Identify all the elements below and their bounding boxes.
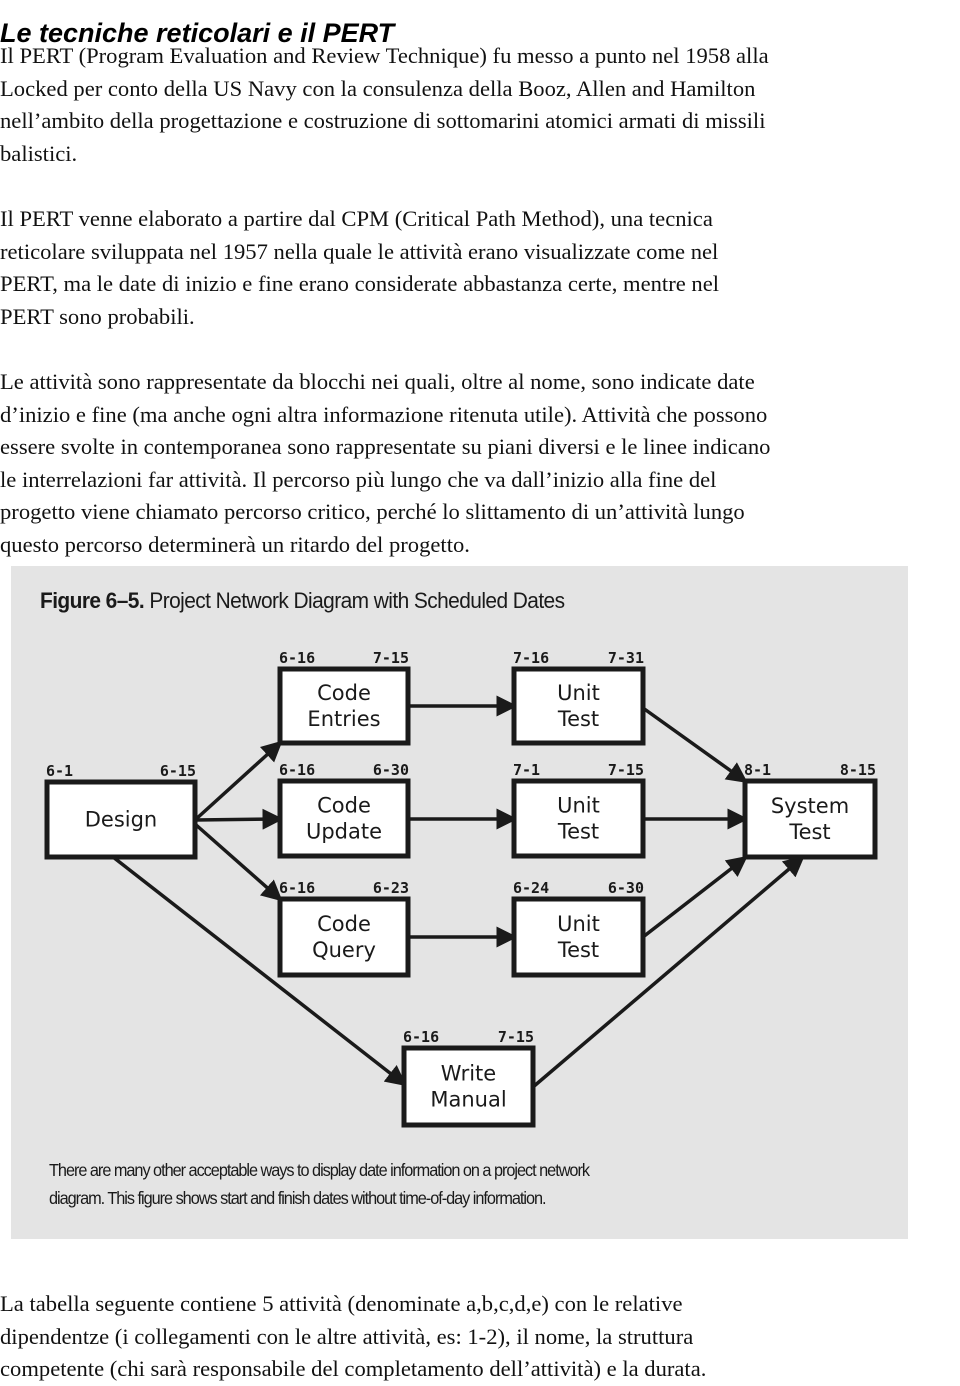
network-diagram: 6-1 6-15Design6-16 7-15CodeEntries6-16 6-30…	[44, 649, 878, 1128]
finish-date-label: 6-30	[373, 761, 409, 779]
node-label: Test	[557, 707, 599, 731]
node-label: Code	[317, 912, 371, 936]
start-date-label: 6-16	[279, 761, 315, 779]
node-label: Design	[85, 808, 158, 832]
node-box	[277, 778, 411, 859]
node-system-test: 8-1 8-15 SystemTest	[742, 761, 878, 860]
node-box	[401, 1045, 536, 1128]
edge-unit-test-1-to-system-test	[641, 706, 748, 784]
finish-date-label: 6-30	[608, 879, 644, 897]
node-label: Test	[557, 820, 599, 844]
start-date-label: 7-16	[513, 649, 549, 667]
node-label: Unit	[557, 912, 600, 936]
text-line: balistici.	[0, 140, 78, 166]
node-label: Unit	[557, 794, 600, 818]
node-label: Query	[312, 938, 376, 962]
finish-date-label: 7-15	[498, 1028, 534, 1046]
text-line: le interrelazioni far attività. Il perco…	[0, 466, 717, 492]
text-line: PERT sono probabili.	[0, 303, 195, 329]
node-code-update: 6-16 6-30CodeUpdate	[277, 761, 411, 859]
start-date-label: 6-16	[279, 649, 315, 667]
text-line: dipendentze (i collegamenti con le altre…	[0, 1323, 694, 1349]
start-date-label: 6-24	[513, 879, 549, 897]
node-box	[742, 778, 878, 860]
edges-layer	[111, 695, 805, 1089]
text-line: essere svolte in contemporanea sono rapp…	[0, 434, 771, 459]
node-design: 6-1 6-15 Design	[44, 762, 198, 860]
text-line: questo percorso determinerà un ritardo d…	[0, 531, 470, 557]
start-date-label: 6-16	[403, 1028, 439, 1046]
edge-design-to-code-entries	[193, 740, 283, 822]
figure-caption: There are many other acceptable ways to …	[49, 1156, 590, 1212]
finish-date-label: 8-15	[840, 761, 876, 779]
node-box	[511, 896, 646, 978]
text-line: Le attività sono rappresentate da blocch…	[0, 369, 755, 394]
node-label: Code	[317, 681, 371, 705]
node-write-manual: 6-16 7-15WriteManual	[401, 1028, 536, 1128]
node-box	[277, 896, 411, 978]
paragraph-activities: Le attività sono rappresentate da blocch…	[0, 366, 960, 561]
text-line: d’inizio e fine (ma anche ogni altra inf…	[0, 401, 768, 427]
finish-date-label: 7-15	[373, 649, 409, 667]
node-label: Manual	[430, 1088, 506, 1112]
node-unit-test-3: 6-24 6-30 UnitTest	[511, 879, 646, 978]
node-label: Write	[441, 1062, 496, 1086]
paragraph-pert-history: Il PERT (Program Evaluation and Review T…	[0, 40, 960, 170]
text-line: Il PERT venne elaborato a partire dal CP…	[0, 206, 713, 231]
node-box	[511, 778, 646, 859]
nodes-layer: 6-1 6-15Design6-16 7-15CodeEntries6-16 6-30…	[44, 649, 878, 1128]
node-label: System	[771, 794, 849, 818]
node-code-query: 6-16 6-23CodeQuery	[277, 879, 411, 978]
node-label: Unit	[557, 681, 600, 705]
edge-unit-test-3-to-system-test	[641, 855, 748, 939]
node-label: Update	[306, 820, 382, 844]
finish-date-label: 7-31	[608, 649, 644, 667]
paragraph-pert-cpm: Il PERT venne elaborato a partire dal CP…	[0, 203, 960, 333]
text-line: Il PERT (Program Evaluation and Review T…	[0, 43, 769, 68]
text-line: PERT, ma le date di inizio e fine erano …	[0, 271, 720, 296]
text-line: nell’ambito della progettazione e costru…	[0, 108, 766, 133]
finish-date-label: 6-23	[373, 879, 409, 897]
text-line: competente (chi sarà responsabile del co…	[0, 1356, 707, 1381]
start-date-label: 8-1	[744, 761, 771, 779]
text-line: La tabella seguente contiene 5 attività …	[0, 1291, 683, 1316]
node-code-entries: 6-16 7-15CodeEntries	[277, 649, 411, 746]
finish-date-label: 7-15	[608, 761, 644, 779]
node-unit-test-1: 7-16 7-31 UnitTest	[511, 649, 646, 746]
node-label: Entries	[307, 707, 380, 731]
edge-design-to-code-query	[193, 822, 283, 902]
project-network-figure: Figure 6–5. Project Network Diagram with…	[11, 566, 908, 1239]
caption-line: diagram. This figure shows start and fin…	[49, 1188, 547, 1208]
finish-date-label: 6-15	[160, 762, 196, 780]
caption-line: There are many other acceptable ways to …	[49, 1160, 590, 1180]
start-date-label: 7-1	[513, 761, 540, 779]
node-label: Code	[317, 794, 371, 818]
text-line: progetto viene chiamato percorso critico…	[0, 499, 745, 524]
edge-design-to-code-update	[194, 808, 284, 830]
start-date-label: 6-16	[279, 879, 315, 897]
paragraph-table-intro: La tabella seguente contiene 5 attività …	[0, 1288, 960, 1386]
text-line: Locked per conto della US Navy con la co…	[0, 75, 756, 101]
start-date-label: 6-1	[46, 762, 73, 780]
node-label: Test	[788, 820, 830, 844]
text-line: reticolare sviluppata nel 1957 nella qua…	[0, 238, 719, 264]
node-unit-test-2: 7-1 7-15 UnitTest	[511, 761, 646, 859]
node-label: Test	[557, 938, 599, 962]
